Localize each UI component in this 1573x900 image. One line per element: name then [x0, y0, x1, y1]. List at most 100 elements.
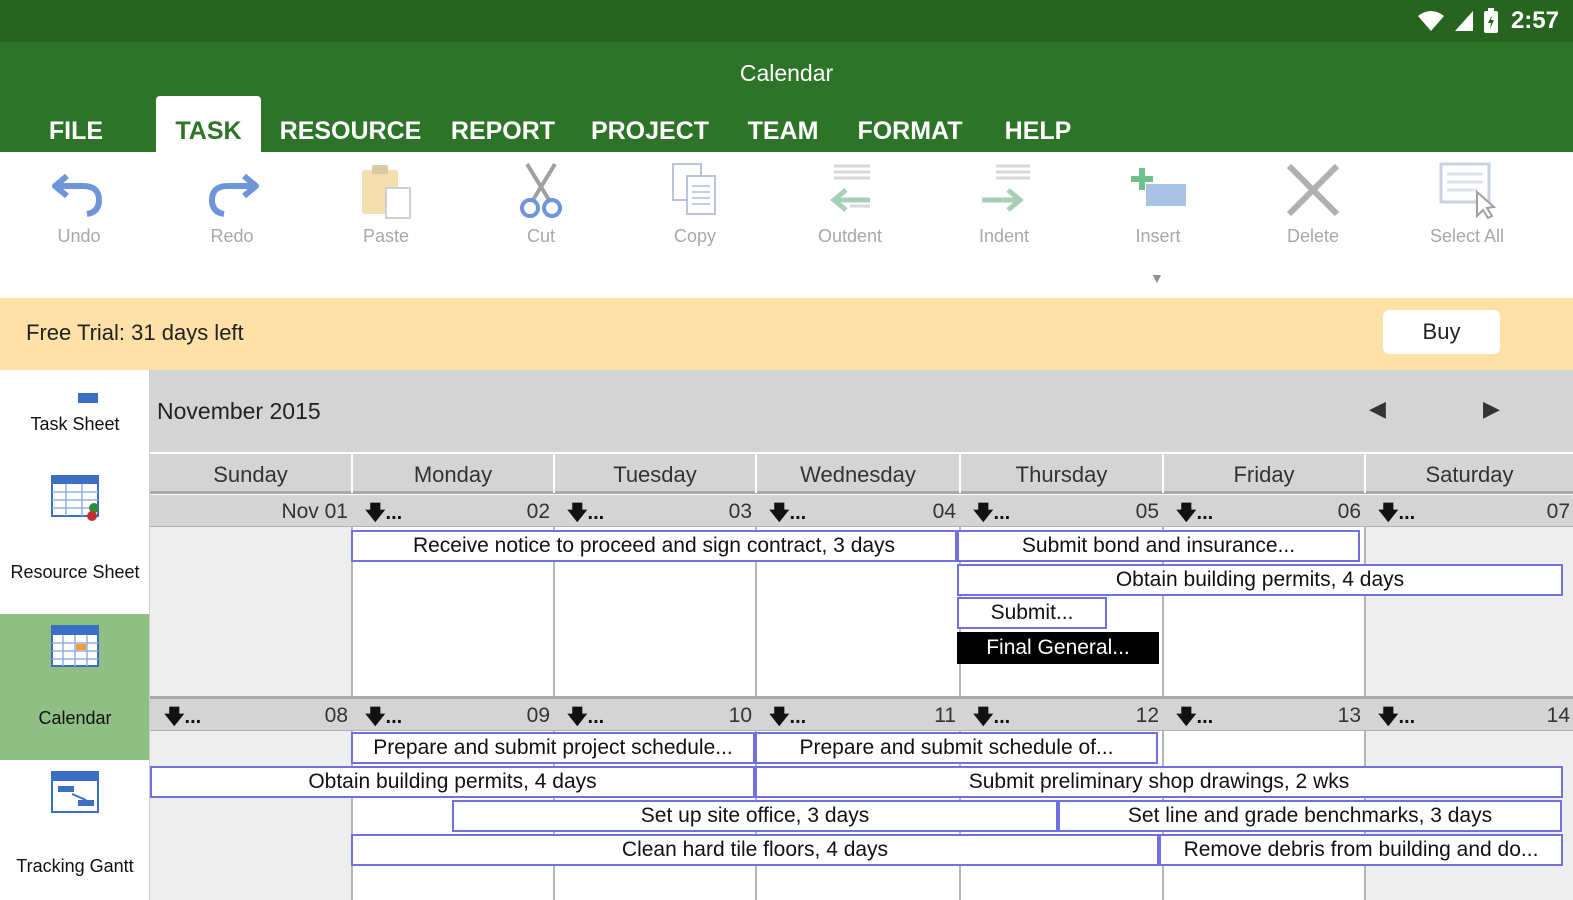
weekday-monday: Monday [351, 454, 553, 493]
task-bar[interactable]: Receive notice to proceed and sign contr… [351, 530, 957, 562]
scissors-icon [520, 162, 562, 218]
day-cell[interactable] [150, 731, 351, 900]
prev-month-button[interactable]: ◀ [1369, 396, 1386, 422]
indent-icon [982, 164, 1030, 212]
cut-button[interactable]: Cut [486, 160, 596, 260]
date-cell[interactable]: 🡇... 07 [1364, 495, 1573, 527]
task-bar[interactable]: Submit preliminary shop drawings, 2 wks [755, 766, 1563, 798]
tab-report[interactable]: REPORT [447, 96, 559, 152]
date-number: 06 [1337, 500, 1361, 523]
outdent-label: Outdent [817, 226, 883, 246]
redo-button[interactable]: Redo [177, 160, 287, 260]
sidebar-item-label: Task Sheet [30, 414, 120, 434]
date-cell[interactable]: 🡇... 09 [351, 699, 553, 731]
sidebar-item-tracking-gantt[interactable]: Tracking Gantt [0, 760, 149, 900]
indent-button[interactable]: Indent [949, 160, 1059, 260]
sidebar-item-label: Resource Sheet [10, 562, 140, 582]
date-cell[interactable]: 🡇... 02 [351, 495, 553, 527]
tab-help[interactable]: HELP [998, 96, 1078, 152]
status-icons: 2:57 [1417, 6, 1559, 36]
weekday-header: Sunday Monday Tuesday Wednesday Thursday… [150, 452, 1573, 494]
task-bar[interactable]: Submit... [957, 597, 1107, 629]
date-number: 02 [526, 500, 550, 523]
insert-button[interactable]: Insert [1103, 160, 1213, 260]
month-label: November 2015 [157, 398, 321, 424]
date-cell[interactable]: 🡇... 14 [1364, 699, 1573, 731]
date-cell[interactable]: 🡇... 04 [755, 495, 959, 527]
date-number: 05 [1135, 500, 1159, 523]
buy-button[interactable]: Buy [1383, 310, 1500, 354]
date-number: 04 [932, 500, 956, 523]
task-bar[interactable]: Prepare and submit schedule of... [755, 732, 1158, 764]
sidebar-item-label: Calendar [38, 708, 112, 728]
task-bar[interactable]: Clean hard tile floors, 4 days [351, 834, 1159, 866]
date-cell[interactable]: 🡇... 11 [755, 699, 959, 731]
task-bar[interactable]: Set line and grade benchmarks, 3 days [1058, 800, 1562, 832]
date-number: 07 [1546, 500, 1570, 523]
page-title: Calendar [739, 60, 834, 86]
task-bar[interactable]: Prepare and submit project schedule... [351, 732, 755, 764]
date-cell[interactable]: 🡇... 13 [1162, 699, 1364, 731]
tab-resource[interactable]: RESOURCE [278, 96, 423, 152]
date-cell[interactable]: 🡇... 06 [1162, 495, 1364, 527]
date-cell[interactable]: 🡇... 05 [959, 495, 1162, 527]
cut-label: Cut [526, 226, 555, 246]
wifi-icon [1417, 11, 1444, 31]
date-number: 14 [1546, 704, 1570, 727]
date-number: Nov 01 [281, 500, 348, 523]
delete-label: Delete [1286, 226, 1340, 246]
undo-label: Undo [57, 226, 101, 246]
date-strip: 🡇... 08 🡇... 09 🡇... 10 🡇... 11 🡇... 12 🡇... 1… [150, 699, 1573, 731]
paste-button[interactable]: Paste [331, 160, 441, 260]
sidebar-item-calendar[interactable]: Calendar [0, 614, 149, 760]
insert-dropdown-icon[interactable]: ▼ [1150, 270, 1164, 286]
outdent-icon [830, 164, 870, 212]
date-number: 11 [934, 704, 956, 727]
ribbon-toolbar: Undo Redo Paste Cut Copy Outdent Indent [0, 152, 1573, 298]
task-bar[interactable]: Submit bond and insurance... [957, 530, 1360, 562]
resource-sheet-icon [50, 474, 104, 527]
next-month-button[interactable]: ▶ [1483, 396, 1500, 422]
task-bar[interactable]: Obtain building permits, 4 days [150, 766, 755, 798]
sidebar-item-resource-sheet[interactable]: Resource Sheet [0, 468, 149, 614]
day-cell[interactable] [1364, 527, 1573, 696]
date-number: 10 [728, 704, 752, 727]
date-number: 12 [1135, 704, 1159, 727]
tab-project[interactable]: PROJECT [585, 96, 715, 152]
task-bar-selected[interactable]: Final General... [957, 632, 1159, 664]
date-cell[interactable]: Nov 01 [150, 495, 351, 527]
date-cell[interactable]: 🡇... 03 [553, 495, 755, 527]
tracking-gantt-icon [50, 770, 102, 821]
date-cell[interactable]: 🡇... 12 [959, 699, 1162, 731]
delete-button[interactable]: Delete [1258, 160, 1368, 260]
task-bar[interactable]: Obtain building permits, 4 days [957, 564, 1563, 596]
tab-team[interactable]: TEAM [740, 96, 826, 152]
tab-task[interactable]: TASK [156, 96, 261, 152]
copy-icon [672, 163, 716, 215]
tab-file[interactable]: FILE [30, 96, 122, 152]
weekday-saturday: Saturday [1364, 454, 1573, 493]
select-all-label: Select All [1429, 226, 1505, 246]
sidebar-item-task-sheet[interactable]: Task Sheet [0, 370, 149, 442]
sidebar-item-label: Tracking Gantt [16, 856, 134, 876]
undo-button[interactable]: Undo [24, 160, 134, 260]
trial-banner: Free Trial: 31 days left Buy [0, 298, 1573, 370]
indent-label: Indent [978, 226, 1030, 246]
select-all-button[interactable]: Select All [1412, 160, 1522, 260]
calendar-view: November 2015 ◀ ▶ Sunday Monday Tuesday … [150, 370, 1573, 900]
task-bar[interactable]: Set up site office, 3 days [452, 800, 1058, 832]
app-window: 2:57 Calendar FILE TASK RESOURCE REPORT … [0, 0, 1573, 900]
undo-icon [52, 173, 103, 217]
tab-format[interactable]: FORMAT [850, 96, 970, 152]
task-bar[interactable]: Remove debris from building and do... [1159, 834, 1563, 866]
ribbon-tabs: FILE TASK RESOURCE REPORT PROJECT TEAM F… [0, 96, 1573, 152]
week-row: 🡇... 08 🡇... 09 🡇... 10 🡇... 11 🡇... 12 🡇... 1… [150, 699, 1573, 900]
date-cell[interactable]: 🡇... 08 [150, 699, 351, 731]
day-cell[interactable] [150, 527, 351, 696]
copy-button[interactable]: Copy [640, 160, 750, 260]
app-header: 2:57 Calendar FILE TASK RESOURCE REPORT … [0, 0, 1573, 152]
outdent-button[interactable]: Outdent [795, 160, 905, 260]
date-cell[interactable]: 🡇... 10 [553, 699, 755, 731]
redo-icon [208, 173, 259, 217]
weekday-tuesday: Tuesday [553, 454, 755, 493]
